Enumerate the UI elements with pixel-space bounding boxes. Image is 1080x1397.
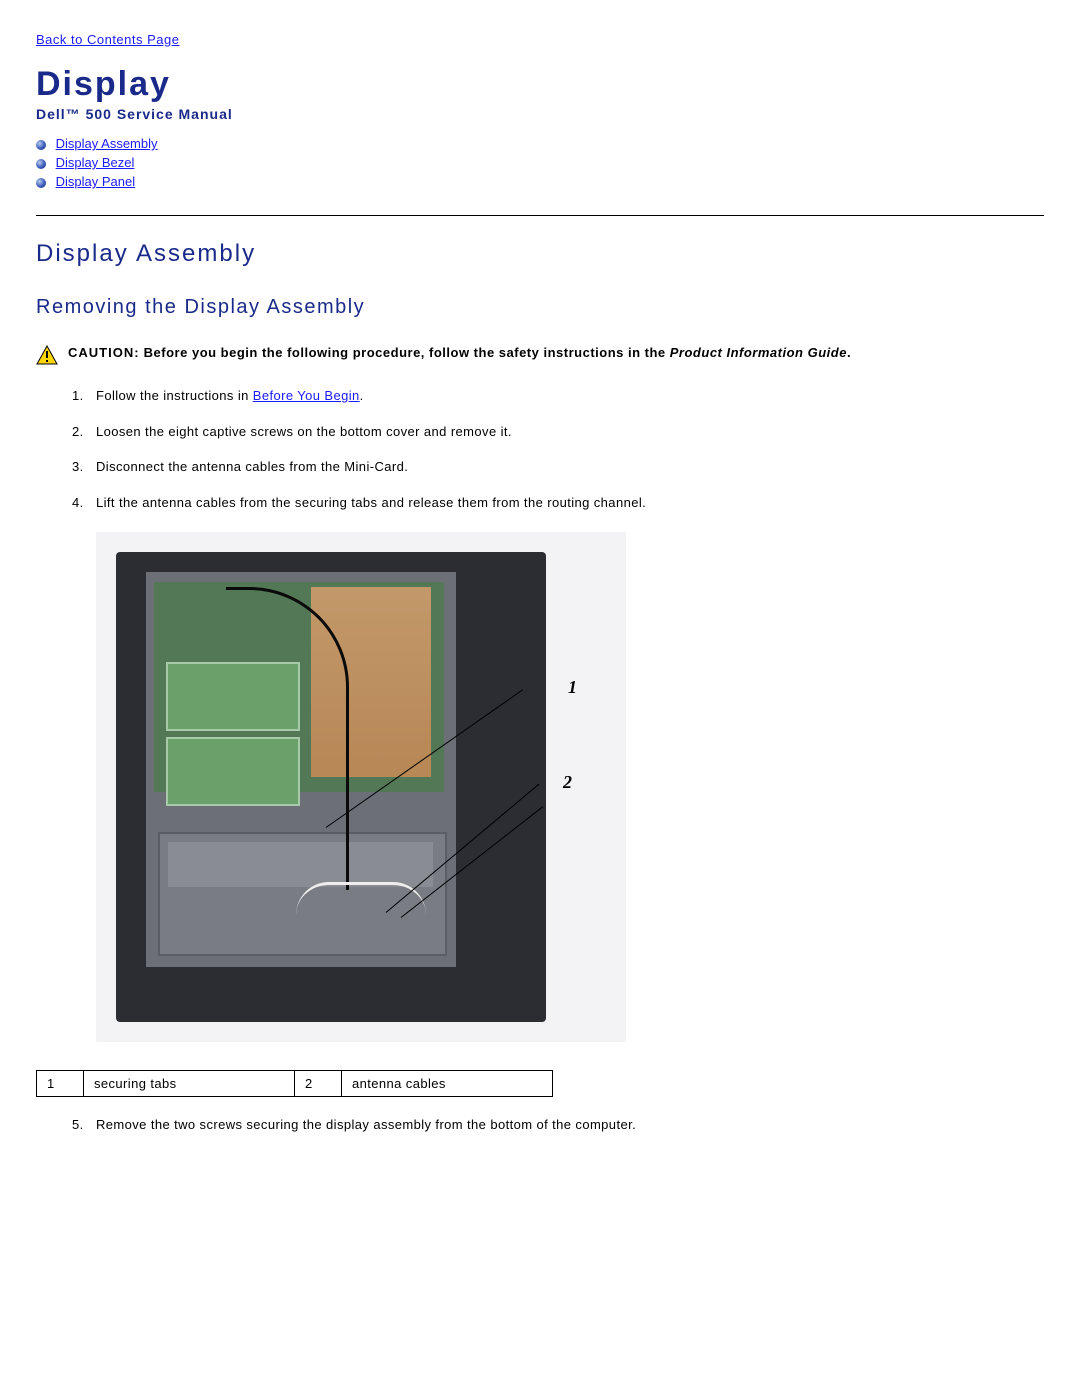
step-text-post: . [360, 388, 364, 403]
caution-text: CAUTION: Before you begin the following … [68, 343, 851, 363]
step-text-pre: Follow the instructions in [96, 388, 253, 403]
callout-table: 1 securing tabs 2 antenna cables [36, 1070, 553, 1097]
callout-label-cell: antenna cables [342, 1071, 553, 1097]
nav-link-display-assembly[interactable]: Display Assembly [56, 136, 158, 151]
procedure-steps: Follow the instructions in Before You Be… [36, 386, 1044, 512]
nav-item: Display Assembly [36, 136, 1044, 151]
nav-item: Display Bezel [36, 155, 1044, 170]
step-1: Follow the instructions in Before You Be… [96, 386, 1044, 406]
section-heading: Display Assembly [36, 240, 1044, 268]
divider [36, 215, 1044, 216]
step-2: Loosen the eight captive screws on the b… [96, 422, 1044, 442]
callout-2: 2 [563, 772, 572, 793]
procedure-steps-continued: Remove the two screws securing the displ… [36, 1115, 1044, 1135]
callout-num-cell: 2 [295, 1071, 342, 1097]
before-you-begin-link[interactable]: Before You Begin [253, 388, 360, 403]
bullet-icon [36, 140, 46, 150]
step-5: Remove the two screws securing the displ… [96, 1115, 1044, 1135]
page-title: Display [36, 65, 1044, 104]
callout-1: 1 [568, 677, 577, 698]
back-to-contents-link[interactable]: Back to Contents Page [36, 32, 179, 47]
caution-body-pre: Before you begin the following procedure… [144, 345, 670, 360]
bullet-icon [36, 159, 46, 169]
bullet-icon [36, 178, 46, 188]
step-4: Lift the antenna cables from the securin… [96, 493, 1044, 513]
nav-link-display-panel[interactable]: Display Panel [56, 174, 136, 189]
step-3: Disconnect the antenna cables from the M… [96, 457, 1044, 477]
figure-image: 1 2 [96, 532, 626, 1042]
section-nav: Display Assembly Display Bezel Display P… [36, 136, 1044, 189]
caution-icon [36, 345, 58, 368]
caution-italic: Product Information Guide [670, 345, 847, 360]
callout-label-cell: securing tabs [84, 1071, 295, 1097]
nav-item: Display Panel [36, 174, 1044, 189]
caution-block: CAUTION: Before you begin the following … [36, 343, 1044, 368]
callout-num-cell: 1 [37, 1071, 84, 1097]
nav-link-display-bezel[interactable]: Display Bezel [56, 155, 135, 170]
figure-container: 1 2 [96, 532, 1044, 1042]
caution-body-post: . [847, 345, 851, 360]
manual-subtitle: Dell™ 500 Service Manual [36, 106, 1044, 122]
caution-label: CAUTION: [68, 345, 140, 360]
table-row: 1 securing tabs 2 antenna cables [37, 1071, 553, 1097]
subsection-heading: Removing the Display Assembly [36, 296, 1044, 319]
